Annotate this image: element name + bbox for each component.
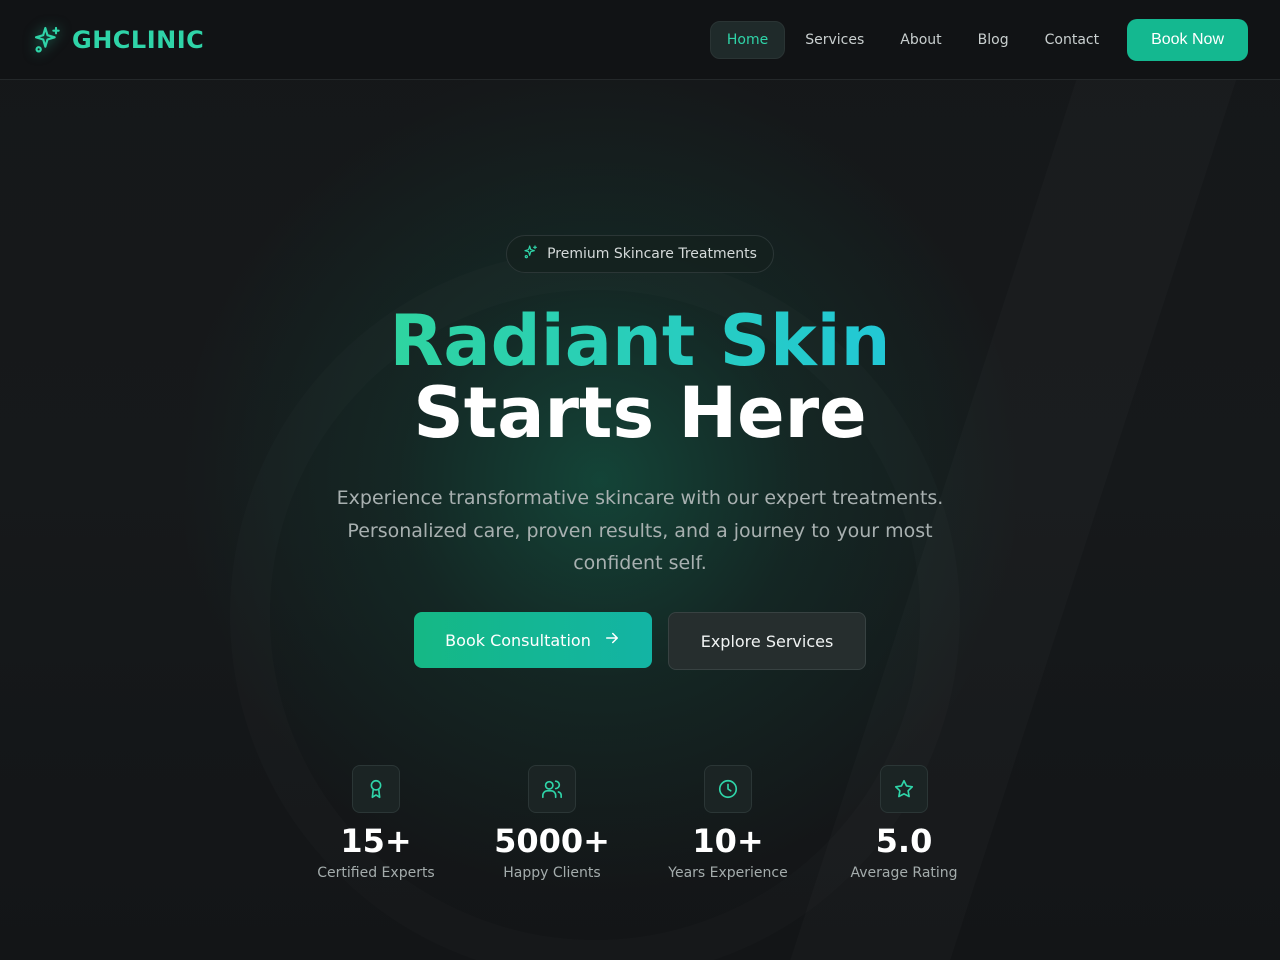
hero-subtitle: Experience transformative skincare with …	[336, 487, 944, 574]
top-navbar: GHCLINIC Home Services About Blog Contac…	[0, 0, 1280, 80]
stat-label: Certified Experts	[317, 865, 435, 881]
hero-title-line2: Starts Here	[413, 372, 867, 454]
nav-item-contact[interactable]: Contact	[1029, 22, 1115, 58]
stat-value: 5000+	[494, 822, 610, 860]
stat-value: 10+	[692, 822, 764, 860]
main-nav: Home Services About Blog Contact Book No…	[709, 18, 1248, 61]
brand-logo[interactable]: GHCLINIC	[32, 24, 204, 56]
hero-badge-label: Premium Skincare Treatments	[547, 246, 757, 262]
hero-title: Radiant Skin Starts Here	[0, 305, 1280, 449]
stat-value: 15+	[340, 822, 412, 860]
brand-name: GHCLINIC	[72, 25, 205, 54]
hero-section: Premium Skincare Treatments Radiant Skin…	[0, 80, 1280, 960]
explore-services-button[interactable]: Explore Services	[668, 612, 866, 670]
hero-title-line1: Radiant Skin	[389, 300, 891, 382]
book-consultation-label: Book Consultation	[445, 630, 591, 650]
stat-label: Happy Clients	[503, 865, 601, 881]
award-icon	[352, 765, 400, 813]
book-now-button[interactable]: Book Now	[1127, 18, 1248, 61]
stat-item: 15+ Certified Experts	[288, 765, 464, 883]
clock-icon	[704, 765, 752, 813]
stat-label: Years Experience	[668, 865, 788, 881]
stat-value: 5.0	[875, 822, 933, 860]
users-icon	[528, 765, 576, 813]
book-consultation-button[interactable]: Book Consultation	[414, 612, 652, 668]
hero-actions: Book Consultation Explore Services	[0, 612, 1280, 670]
stat-label: Average Rating	[850, 865, 958, 881]
sparkles-icon	[523, 244, 539, 264]
nav-item-about[interactable]: About	[884, 22, 957, 58]
nav-item-home[interactable]: Home	[709, 20, 786, 59]
hero-badge: Premium Skincare Treatments	[506, 235, 774, 273]
star-icon	[880, 765, 928, 813]
nav-item-blog[interactable]: Blog	[962, 22, 1025, 58]
stat-item: 5000+ Happy Clients	[464, 765, 640, 883]
stat-item: 10+ Years Experience	[640, 765, 816, 883]
sparkles-icon	[32, 24, 64, 56]
stat-item: 5.0 Average Rating	[816, 765, 992, 883]
arrow-right-icon	[603, 629, 621, 651]
stats-row: 15+ Certified Experts 5000+ Happy Client…	[288, 765, 992, 883]
nav-item-services[interactable]: Services	[789, 22, 880, 58]
